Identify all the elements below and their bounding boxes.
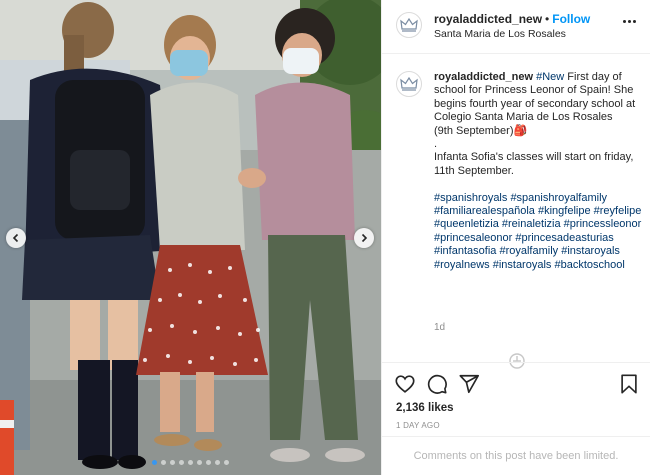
share-icon[interactable] <box>458 373 480 395</box>
follow-button[interactable]: Follow <box>552 12 590 26</box>
carousel-dot <box>215 460 220 465</box>
backpack-emoji: 🎒 <box>513 124 528 137</box>
carousel-prev-button[interactable] <box>6 228 26 248</box>
heart-icon[interactable] <box>394 373 416 395</box>
post-header: royaladdicted_new • Follow Santa Maria de … <box>382 0 650 54</box>
hashtag-link[interactable]: #royalnews <box>434 259 490 271</box>
carousel-dot <box>206 460 211 465</box>
carousel-dot <box>197 460 202 465</box>
hashtag-link[interactable]: #familiarealespañola <box>434 205 535 217</box>
hashtag-link[interactable]: #royalfamily <box>499 245 558 257</box>
caption-second-text: Infanta Sofia's classes will start on fr… <box>434 151 634 177</box>
caption-area: royaladdicted_new #New First day of scho… <box>382 55 650 360</box>
more-options-icon[interactable] <box>623 20 636 23</box>
hashtag-link[interactable]: #spanishroyalfamily <box>510 192 607 204</box>
caption-hashtags: #spanishroyals #spanishroyalfamily #fami… <box>434 192 642 272</box>
post-date[interactable]: 1 DAY AGO <box>396 421 440 430</box>
hashtag-link[interactable]: #spanishroyals <box>434 192 507 204</box>
hashtag-link[interactable]: #kingfelipe <box>538 205 591 217</box>
caption-dot: . <box>434 138 438 151</box>
caption-time[interactable]: 1d <box>434 322 445 333</box>
carousel-dot <box>188 460 193 465</box>
caption-hashtag[interactable]: #New <box>536 71 564 83</box>
header-username[interactable]: royaladdicted_new <box>434 12 542 26</box>
bookmark-icon[interactable] <box>618 373 640 395</box>
chevron-right-icon <box>361 233 368 243</box>
post-actions: 2,136 likes 1 DAY AGO <box>382 362 650 442</box>
hashtag-link[interactable]: #princesadeasturias <box>515 232 613 244</box>
carousel-indicator <box>0 460 381 465</box>
comments-limited-notice: Comments on this post have been limited. <box>382 436 650 475</box>
hashtag-link[interactable]: #instaroyals <box>493 259 552 271</box>
caption-date: (9th September) <box>434 124 514 137</box>
hashtag-link[interactable]: #princesaleonor <box>434 232 512 244</box>
likes-count[interactable]: 2,136 likes <box>396 402 454 414</box>
location-link[interactable]: Santa Maria de Los Rosales <box>434 28 566 40</box>
carousel-next-button[interactable] <box>354 228 374 248</box>
carousel-dot <box>161 460 166 465</box>
hashtag-link[interactable]: #reyfelipe <box>594 205 642 217</box>
comment-icon[interactable] <box>426 373 448 395</box>
post-side-panel: royaladdicted_new • Follow Santa Maria de … <box>381 0 650 475</box>
photo-image <box>0 0 381 475</box>
chevron-left-icon <box>12 233 19 243</box>
crown-avatar-icon <box>400 77 418 91</box>
hashtag-link[interactable]: #reinaletizia <box>502 218 561 230</box>
avatar[interactable] <box>396 12 422 38</box>
hashtag-link[interactable]: #queenletizia <box>434 218 499 230</box>
carousel-dot <box>152 460 157 465</box>
post-caption: royaladdicted_new #New First day of scho… <box>434 71 642 272</box>
carousel-dot <box>170 460 175 465</box>
hashtag-link[interactable]: #infantasofia <box>434 245 496 257</box>
caption-username[interactable]: royaladdicted_new <box>434 71 533 83</box>
header-separator: • <box>545 12 550 26</box>
carousel-dot <box>224 460 229 465</box>
caption-avatar[interactable] <box>396 71 422 97</box>
hashtag-link[interactable]: #princessleonor <box>564 218 642 230</box>
hashtag-link[interactable]: #instaroyals <box>561 245 620 257</box>
crown-avatar-icon <box>400 18 418 32</box>
carousel-dot <box>179 460 184 465</box>
post-photo[interactable] <box>0 0 381 475</box>
hashtag-link[interactable]: #backtoschool <box>554 259 624 271</box>
